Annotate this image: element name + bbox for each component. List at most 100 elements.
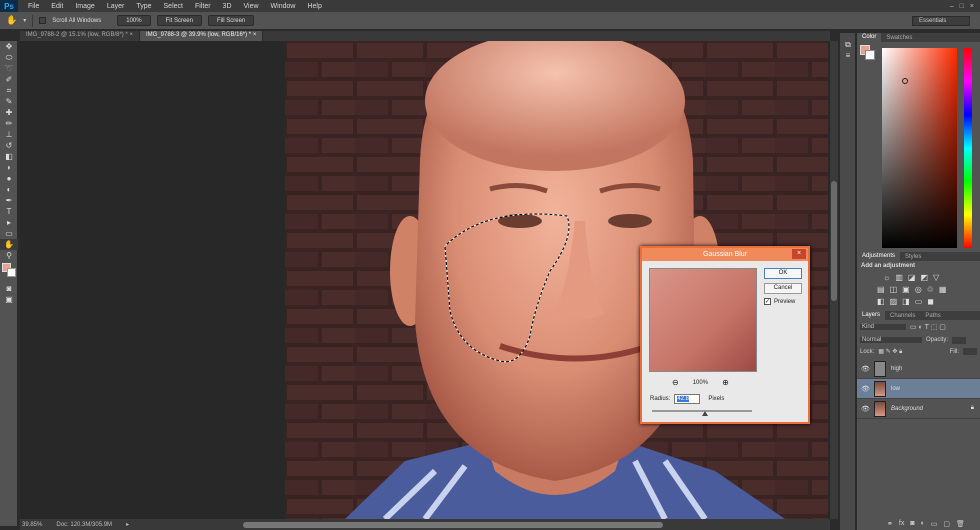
clone-stamp-tool-icon[interactable]: ⊥ [0,129,18,140]
color-lookup-icon[interactable]: ▦ [939,285,947,294]
fit-screen-button[interactable]: Fit Screen [156,15,202,26]
zoom-tool-icon[interactable]: ⚲ [0,250,18,261]
blend-mode-select[interactable]: Normal [860,337,922,343]
history-brush-tool-icon[interactable]: ↺ [0,140,18,151]
dialog-titlebar[interactable]: Gaussian Blur × [642,248,808,261]
new-adjustment-icon[interactable]: ◐ [921,520,925,528]
shape-tool-icon[interactable]: ▭ [0,228,18,239]
selective-color-icon[interactable]: ◼ [927,297,934,306]
type-tool-icon[interactable]: T [0,206,18,217]
fill-screen-button[interactable]: Fill Screen [207,15,255,26]
channel-mixer-icon[interactable]: ♲ [927,285,934,294]
move-tool-icon[interactable]: ✥ [0,41,18,52]
menu-help[interactable]: Help [301,3,327,10]
menu-file[interactable]: File [22,3,45,10]
tab-layers[interactable]: Layers [857,311,886,320]
new-group-icon[interactable]: ▭ [931,520,938,528]
zoom-level[interactable]: 39.85% [22,522,42,528]
visibility-eye-icon[interactable]: 👁︎ [861,405,870,413]
lock-icons[interactable]: ▦ ✎ ✥ 🔒︎ [878,348,902,356]
close-window-button[interactable]: × [970,3,974,10]
tab-color[interactable]: Color [857,33,882,42]
marquee-tool-icon[interactable]: ⬭ [0,52,18,63]
menu-image[interactable]: Image [69,3,100,10]
dialog-close-button[interactable]: × [792,249,806,259]
brush-tool-icon[interactable]: ✏ [0,118,18,129]
threshold-icon[interactable]: ◨ [902,297,910,306]
minimize-button[interactable]: – [950,3,954,10]
menu-select[interactable]: Select [158,3,189,10]
vertical-scrollbar[interactable] [830,41,838,519]
tab-swatches[interactable]: Swatches [881,35,917,41]
vertical-scroll-thumb[interactable] [831,181,837,301]
menu-3d[interactable]: 3D [217,3,238,10]
color-swatches[interactable] [0,261,17,283]
photo-filter-icon[interactable]: ◎ [915,285,922,294]
color-balance-icon[interactable]: ◫ [890,285,898,294]
layer-style-icon[interactable]: fx [899,520,904,528]
tab-paths[interactable]: Paths [920,313,945,319]
layer-name[interactable]: high [891,366,902,372]
menu-window[interactable]: Window [265,3,302,10]
layer-name[interactable]: low [891,386,900,392]
ok-button[interactable]: OK [764,268,802,279]
gradient-map-icon[interactable]: ▭ [915,297,923,306]
layer-row-background[interactable]: 👁︎ Background 🔒︎ [857,399,980,419]
radius-slider-thumb[interactable] [702,411,708,416]
tab-img-9788-3[interactable]: IMG_9788-3 @ 39.9% (low, RGB/16*) * × [140,31,264,41]
trash-icon[interactable]: 🗑︎ [956,520,965,528]
healing-brush-tool-icon[interactable]: ✚ [0,107,18,118]
filter-icons[interactable]: ▭ ◐ T ⬚ ▢ [910,323,946,331]
dodge-tool-icon[interactable]: ◐ [0,184,18,195]
posterize-icon[interactable]: ▨ [890,297,898,306]
zoom-out-icon[interactable]: ⊖ [672,378,679,387]
tab-close-icon[interactable]: × [129,32,133,38]
vibrance-icon[interactable]: ▽ [933,273,939,282]
menu-layer[interactable]: Layer [101,3,131,10]
add-mask-icon[interactable]: ◙ [910,520,914,528]
menu-edit[interactable]: Edit [45,3,69,10]
hand-tool-icon[interactable]: ✋ [6,15,17,26]
tab-channels[interactable]: Channels [885,313,920,319]
layer-row-high[interactable]: 👁︎ high [857,359,980,379]
link-layers-icon[interactable]: ⚭ [887,520,893,528]
layer-row-low[interactable]: 👁︎ low [857,379,980,399]
color-picker-cursor[interactable] [902,78,908,84]
curves-icon[interactable]: ◪ [908,273,916,282]
visibility-eye-icon[interactable]: 👁︎ [861,365,870,373]
background-color-swatch[interactable] [7,268,16,277]
crop-tool-icon[interactable]: ⌗ [0,85,18,96]
history-panel-icon[interactable]: ⧉ [840,39,856,50]
opacity-input[interactable] [952,336,967,344]
menu-view[interactable]: View [238,3,265,10]
path-selection-tool-icon[interactable]: ▸ [0,217,18,228]
properties-panel-icon[interactable]: ≡ [840,50,856,61]
horizontal-scroll-thumb[interactable] [243,521,664,528]
background-color-chip[interactable] [865,50,875,60]
levels-icon[interactable]: ▥ [895,273,903,282]
hand-tool-icon[interactable]: ✋ [0,239,18,250]
quick-select-tool-icon[interactable]: ✐ [0,74,18,85]
lasso-tool-icon[interactable]: ➰ [0,63,18,74]
paint-bucket-tool-icon[interactable]: ◗ [0,162,18,173]
screen-mode-icon[interactable]: ▣ [0,294,18,305]
zoom-100-button[interactable]: 100% [117,15,151,26]
workspace-switcher[interactable]: Essentials [912,15,970,26]
visibility-eye-icon[interactable]: 👁︎ [861,385,870,393]
quick-mask-icon[interactable]: ◙ [0,283,18,294]
blur-preview[interactable] [649,268,757,372]
zoom-in-icon[interactable]: ⊕ [722,378,729,387]
cancel-button[interactable]: Cancel [764,283,802,294]
status-arrow-icon[interactable]: ▸ [126,521,129,528]
pen-tool-icon[interactable]: ✒ [0,195,18,206]
layer-filter-kind[interactable]: Kind [860,324,906,330]
black-white-icon[interactable]: ▣ [902,285,910,294]
color-picker-field[interactable] [882,48,957,248]
layer-name[interactable]: Background [891,406,923,412]
horizontal-scrollbar[interactable] [143,520,830,530]
menu-filter[interactable]: Filter [189,3,217,10]
eraser-tool-icon[interactable]: ◧ [0,151,18,162]
hue-slider[interactable] [964,48,972,248]
invert-icon[interactable]: ◧ [877,297,885,306]
tab-adjustments[interactable]: Adjustments [857,252,901,261]
